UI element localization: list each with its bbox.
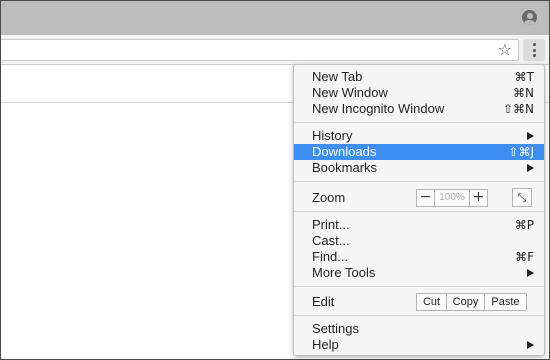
menu-item-label: Cast... bbox=[312, 233, 350, 248]
menu-separator bbox=[294, 181, 544, 182]
submenu-arrow-icon bbox=[527, 132, 534, 140]
menu-separator bbox=[294, 286, 544, 287]
menu-item-history[interactable]: History bbox=[294, 128, 544, 144]
toolbar: ☆ bbox=[1, 35, 549, 65]
bookmark-star-icon[interactable]: ☆ bbox=[498, 41, 512, 59]
submenu-arrow-icon bbox=[527, 164, 534, 172]
menu-item-label: History bbox=[312, 128, 353, 143]
menu-separator bbox=[294, 211, 544, 212]
menu-item-zoom: Zoom − 100% + ⤡ bbox=[294, 188, 544, 207]
submenu-arrow-icon bbox=[527, 269, 534, 277]
zoom-in-button[interactable]: + bbox=[469, 189, 488, 207]
edit-label: Edit bbox=[312, 294, 335, 309]
zoom-out-button[interactable]: − bbox=[416, 189, 435, 207]
menu-item-new-incognito-window[interactable]: New Incognito Window ⇧⌘N bbox=[294, 101, 544, 117]
menu-separator bbox=[294, 122, 544, 123]
menu-item-label: More Tools bbox=[312, 265, 376, 280]
menu-item-label: New Tab bbox=[312, 69, 363, 84]
submenu-arrow-icon bbox=[527, 341, 534, 349]
chrome-menu: New Tab ⌘T New Window ⌘N New Incognito W… bbox=[293, 64, 545, 356]
menu-item-cast[interactable]: Cast... bbox=[294, 233, 544, 249]
menu-item-label: Downloads bbox=[312, 144, 377, 159]
zoom-label: Zoom bbox=[312, 190, 346, 205]
zoom-level: 100% bbox=[435, 189, 469, 207]
menu-item-more-tools[interactable]: More Tools bbox=[294, 265, 544, 281]
cut-button[interactable]: Cut bbox=[416, 293, 447, 311]
dot-icon bbox=[532, 54, 536, 57]
fullscreen-icon[interactable]: ⤡ bbox=[512, 188, 532, 207]
shortcut-label: ⌘P bbox=[514, 218, 534, 232]
dot-icon bbox=[532, 43, 536, 46]
shortcut-label: ⌘F bbox=[515, 250, 534, 264]
profile-icon[interactable] bbox=[522, 10, 537, 25]
menu-item-label: Find... bbox=[312, 249, 349, 264]
shortcut-label: ⌘N bbox=[513, 86, 534, 100]
shortcut-label: ⌘T bbox=[514, 70, 534, 84]
menu-item-bookmarks[interactable]: Bookmarks bbox=[294, 160, 544, 176]
address-bar[interactable]: ☆ bbox=[1, 39, 519, 61]
menu-item-label: Bookmarks bbox=[312, 160, 378, 175]
menu-item-label: New Window bbox=[312, 85, 388, 100]
menu-item-find[interactable]: Find... ⌘F bbox=[294, 249, 544, 265]
menu-button[interactable] bbox=[523, 39, 545, 61]
menu-item-new-tab[interactable]: New Tab ⌘T bbox=[294, 69, 544, 85]
copy-button[interactable]: Copy bbox=[446, 293, 485, 311]
menu-item-downloads[interactable]: Downloads ⇧⌘J bbox=[294, 144, 544, 160]
menu-item-label: Settings bbox=[312, 321, 359, 336]
menu-item-print[interactable]: Print... ⌘P bbox=[294, 217, 544, 233]
dot-icon bbox=[532, 48, 536, 52]
menu-item-label: Print... bbox=[312, 217, 350, 232]
edit-controls: Cut Copy Paste bbox=[416, 293, 527, 311]
browser-window: ☆ New Tab ⌘T New Window ⌘N New Incognito… bbox=[0, 0, 550, 360]
zoom-controls: − 100% + bbox=[416, 189, 488, 207]
menu-item-settings[interactable]: Settings bbox=[294, 321, 544, 337]
menu-item-edit: Edit Cut Copy Paste bbox=[294, 293, 544, 311]
menu-item-label: Help bbox=[312, 337, 339, 352]
menu-item-new-window[interactable]: New Window ⌘N bbox=[294, 85, 544, 101]
menu-item-help[interactable]: Help bbox=[294, 337, 544, 353]
paste-button[interactable]: Paste bbox=[484, 293, 527, 311]
title-bar bbox=[1, 1, 549, 35]
shortcut-label: ⇧⌘J bbox=[508, 145, 534, 159]
menu-item-label: New Incognito Window bbox=[312, 101, 445, 116]
menu-separator bbox=[294, 315, 544, 316]
shortcut-label: ⇧⌘N bbox=[502, 102, 534, 116]
